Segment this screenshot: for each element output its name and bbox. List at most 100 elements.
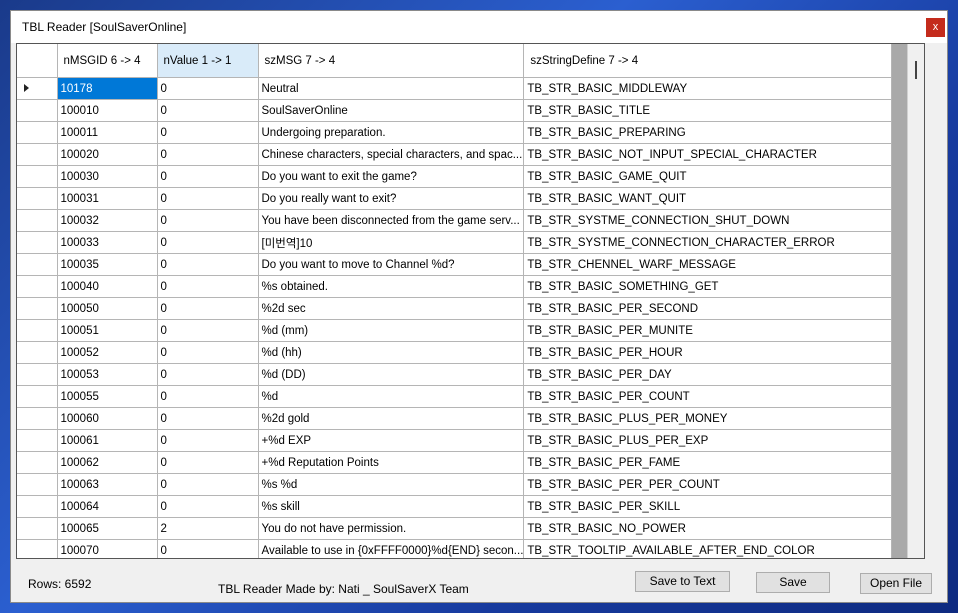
cell-szmsg[interactable]: %d (mm) — [258, 319, 525, 342]
cell-nvalue[interactable]: 0 — [157, 297, 259, 320]
cell-nvalue[interactable]: 0 — [157, 275, 259, 298]
row-header[interactable] — [17, 517, 58, 540]
cell-nvalue[interactable]: 0 — [157, 165, 259, 188]
table-row[interactable]: 100031 0 Do you really want to exit? TB_STR… — [17, 187, 893, 210]
cell-szstringdefine[interactable]: TB_STR_SYSTME_CONNECTION_SHUT_DOWN — [523, 209, 893, 232]
table-row[interactable]: 10178 0 Neutral TB_STR_BASIC_MIDDLEWAY — [17, 77, 893, 100]
cell-nvalue[interactable]: 0 — [157, 429, 259, 452]
table-row[interactable]: 100051 0 %d (mm) TB_STR_BASIC_PER_MUNITE — [17, 319, 893, 342]
cell-szmsg[interactable]: Do you want to exit the game? — [258, 165, 525, 188]
cell-szstringdefine[interactable]: TB_STR_BASIC_PER_FAME — [523, 451, 893, 474]
row-header[interactable] — [17, 539, 58, 558]
column-header-szmsg[interactable]: szMSG 7 -> 4 — [258, 44, 525, 78]
column-header-nvalue[interactable]: nValue 1 -> 1 — [157, 44, 259, 78]
row-header[interactable] — [17, 385, 58, 408]
cell-nvalue[interactable]: 0 — [157, 99, 259, 122]
table-row[interactable]: 100011 0 Undergoing preparation. TB_STR_BAS… — [17, 121, 893, 144]
cell-nvalue[interactable]: 0 — [157, 473, 259, 496]
cell-nvalue[interactable]: 0 — [157, 209, 259, 232]
cell-nvalue[interactable]: 0 — [157, 451, 259, 474]
cell-nmsgid[interactable]: 100052 — [57, 341, 158, 364]
cell-szstringdefine[interactable]: TB_STR_BASIC_PLUS_PER_MONEY — [523, 407, 893, 430]
cell-szstringdefine[interactable]: TB_STR_BASIC_PLUS_PER_EXP — [523, 429, 893, 452]
row-header[interactable] — [17, 429, 58, 452]
cell-szmsg[interactable]: Undergoing preparation. — [258, 121, 525, 144]
cell-szstringdefine[interactable]: TB_STR_CHENNEL_WARF_MESSAGE — [523, 253, 893, 276]
scrollbar-thumb[interactable] — [915, 61, 917, 79]
cell-szmsg[interactable]: +%d EXP — [258, 429, 525, 452]
cell-szmsg[interactable]: You do not have permission. — [258, 517, 525, 540]
cell-nmsgid[interactable]: 100062 — [57, 451, 158, 474]
cell-nmsgid[interactable]: 100051 — [57, 319, 158, 342]
cell-szmsg[interactable]: %s %d — [258, 473, 525, 496]
cell-nvalue[interactable]: 0 — [157, 187, 259, 210]
row-header[interactable] — [17, 209, 58, 232]
cell-nvalue[interactable]: 0 — [157, 143, 259, 166]
column-header-szstringdefine[interactable]: szStringDefine 7 -> 4 — [523, 44, 893, 78]
cell-szstringdefine[interactable]: TB_STR_BASIC_PER_MUNITE — [523, 319, 893, 342]
cell-szmsg[interactable]: [미번역]10 — [258, 231, 525, 254]
table-row[interactable]: 100070 0 Available to use in {0xFFFF0000}%… — [17, 539, 893, 558]
cell-szstringdefine[interactable]: TB_STR_BASIC_PER_DAY — [523, 363, 893, 386]
cell-nmsgid[interactable]: 100040 — [57, 275, 158, 298]
table-row[interactable]: 100010 0 SoulSaverOnline TB_STR_BASIC_TITLE — [17, 99, 893, 122]
cell-szstringdefine[interactable]: TB_STR_BASIC_PER_SKILL — [523, 495, 893, 518]
table-row[interactable]: 100050 0 %2d sec TB_STR_BASIC_PER_SECOND — [17, 297, 893, 320]
cell-szstringdefine[interactable]: TB_STR_BASIC_TITLE — [523, 99, 893, 122]
cell-szmsg[interactable]: %s skill — [258, 495, 525, 518]
cell-szstringdefine[interactable]: TB_STR_BASIC_SOMETHING_GET — [523, 275, 893, 298]
table-row[interactable]: 100062 0 +%d Reputation Points TB_STR_BASIC… — [17, 451, 893, 474]
cell-szmsg[interactable]: Chinese characters, special characters, … — [258, 143, 525, 166]
table-row[interactable]: 100052 0 %d (hh) TB_STR_BASIC_PER_HOUR — [17, 341, 893, 364]
table-row[interactable]: 100060 0 %2d gold TB_STR_BASIC_PLUS_PER_MON… — [17, 407, 893, 430]
cell-szmsg[interactable]: %d — [258, 385, 525, 408]
cell-szmsg[interactable]: Do you want to move to Channel %d? — [258, 253, 525, 276]
cell-nvalue[interactable]: 0 — [157, 341, 259, 364]
cell-nmsgid[interactable]: 10178 — [57, 77, 158, 100]
cell-nmsgid[interactable]: 100063 — [57, 473, 158, 496]
cell-nvalue[interactable]: 0 — [157, 231, 259, 254]
row-header[interactable] — [17, 363, 58, 386]
save-button[interactable]: Save — [756, 572, 830, 593]
column-header-nmsgid[interactable]: nMSGID 6 -> 4 — [57, 44, 158, 78]
row-header[interactable] — [17, 231, 58, 254]
row-header[interactable] — [17, 341, 58, 364]
row-header[interactable] — [17, 297, 58, 320]
cell-szstringdefine[interactable]: TB_STR_BASIC_PER_COUNT — [523, 385, 893, 408]
cell-szmsg[interactable]: %2d sec — [258, 297, 525, 320]
save-to-text-button[interactable]: Save to Text — [635, 571, 730, 592]
cell-szmsg[interactable]: Do you really want to exit? — [258, 187, 525, 210]
cell-nvalue[interactable]: 0 — [157, 539, 259, 558]
cell-nvalue[interactable]: 0 — [157, 253, 259, 276]
row-header[interactable] — [17, 165, 58, 188]
cell-nmsgid[interactable]: 100031 — [57, 187, 158, 210]
cell-szmsg[interactable]: %2d gold — [258, 407, 525, 430]
cell-nmsgid[interactable]: 100010 — [57, 99, 158, 122]
cell-nmsgid[interactable]: 100035 — [57, 253, 158, 276]
row-header[interactable] — [17, 451, 58, 474]
cell-nvalue[interactable]: 0 — [157, 385, 259, 408]
cell-szstringdefine[interactable]: TB_STR_BASIC_PREPARING — [523, 121, 893, 144]
row-header[interactable] — [17, 319, 58, 342]
cell-nvalue[interactable]: 0 — [157, 495, 259, 518]
row-header[interactable] — [17, 275, 58, 298]
cell-szmsg[interactable]: You have been disconnected from the game… — [258, 209, 525, 232]
cell-szstringdefine[interactable]: TB_STR_BASIC_MIDDLEWAY — [523, 77, 893, 100]
cell-szstringdefine[interactable]: TB_STR_BASIC_NOT_INPUT_SPECIAL_CHARACTER — [523, 143, 893, 166]
table-row[interactable]: 100020 0 Chinese characters, special chara… — [17, 143, 893, 166]
cell-nmsgid[interactable]: 100065 — [57, 517, 158, 540]
cell-nvalue[interactable]: 0 — [157, 363, 259, 386]
data-grid[interactable]: nMSGID 6 -> 4 nValue 1 -> 1 szMSG 7 -> 4… — [16, 43, 925, 559]
table-row[interactable]: 100030 0 Do you want to exit the game? TB_S… — [17, 165, 893, 188]
vertical-scrollbar[interactable] — [907, 44, 924, 558]
cell-nmsgid[interactable]: 100055 — [57, 385, 158, 408]
row-header[interactable] — [17, 495, 58, 518]
cell-nvalue[interactable]: 0 — [157, 121, 259, 144]
row-header[interactable] — [17, 77, 58, 100]
table-row[interactable]: 100035 0 Do you want to move to Channel %d… — [17, 253, 893, 276]
cell-nvalue[interactable]: 0 — [157, 407, 259, 430]
table-row[interactable]: 100055 0 %d TB_STR_BASIC_PER_COUNT — [17, 385, 893, 408]
cell-nmsgid[interactable]: 100030 — [57, 165, 158, 188]
table-row[interactable]: 100061 0 +%d EXP TB_STR_BASIC_PLUS_PER_EXP — [17, 429, 893, 452]
cell-nmsgid[interactable]: 100053 — [57, 363, 158, 386]
